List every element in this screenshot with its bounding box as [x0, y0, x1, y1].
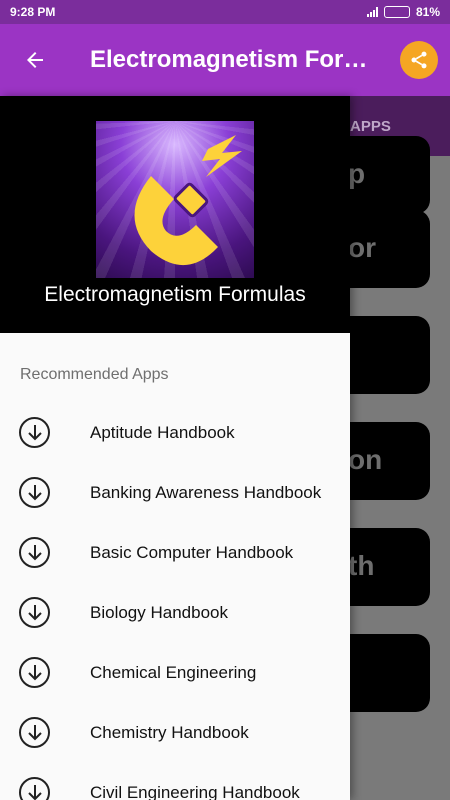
page-title: Electromagnetism Formulas — [90, 46, 380, 73]
menu-item-label: Chemical Engineering — [90, 663, 257, 682]
menu-item-basic-computer-handbook[interactable]: Basic Computer Handbook — [0, 523, 350, 583]
share-icon — [411, 51, 427, 69]
download-icon — [19, 657, 50, 688]
navigation-drawer: Electromagnetism Formulas Recommended Ap… — [0, 96, 350, 800]
download-icon — [19, 777, 50, 800]
app-bar: Electromagnetism Formulas — [0, 24, 450, 96]
drawer-app-name: Electromagnetism Formulas — [44, 283, 306, 306]
signal-icon — [366, 7, 378, 17]
download-icon — [19, 597, 50, 628]
drawer-header: Electromagnetism Formulas — [0, 96, 350, 333]
menu-item-banking-awareness-handbook[interactable]: Banking Awareness Handbook — [0, 463, 350, 523]
menu-item-chemical-engineering[interactable]: Chemical Engineering — [0, 643, 350, 703]
tab-label: APPS — [350, 118, 391, 135]
status-time: 9:28 PM — [10, 5, 56, 19]
battery-percent: 81% — [415, 5, 440, 19]
back-button[interactable] — [0, 24, 70, 96]
menu-item-label: Banking Awareness Handbook — [90, 483, 322, 502]
download-icon — [19, 477, 50, 508]
menu-item-civil-engineering-handbook[interactable]: Civil Engineering Handbook — [0, 763, 350, 800]
magnet-lightning-icon — [134, 135, 242, 266]
status-bar: 9:28 PM 81% — [0, 0, 450, 24]
download-icon — [19, 537, 50, 568]
battery-icon — [383, 6, 410, 18]
menu-item-aptitude-handbook[interactable]: Aptitude Handbook — [0, 403, 350, 463]
status-indicators: 81% — [366, 5, 440, 19]
menu-item-chemistry-handbook[interactable]: Chemistry Handbook — [0, 703, 350, 763]
app-logo — [96, 121, 254, 278]
menu-item-label: Civil Engineering Handbook — [90, 783, 300, 800]
arrow-left-icon — [27, 52, 43, 68]
download-icon — [19, 717, 50, 748]
menu-item-label: Aptitude Handbook — [90, 423, 235, 442]
menu-item-label: Chemistry Handbook — [90, 723, 249, 742]
menu-item-label: Biology Handbook — [90, 603, 228, 622]
menu-item-biology-handbook[interactable]: Biology Handbook — [0, 583, 350, 643]
share-button[interactable] — [400, 41, 438, 79]
section-title: Recommended Apps — [20, 366, 169, 383]
download-icon — [19, 417, 50, 448]
menu-item-label: Basic Computer Handbook — [90, 543, 294, 562]
